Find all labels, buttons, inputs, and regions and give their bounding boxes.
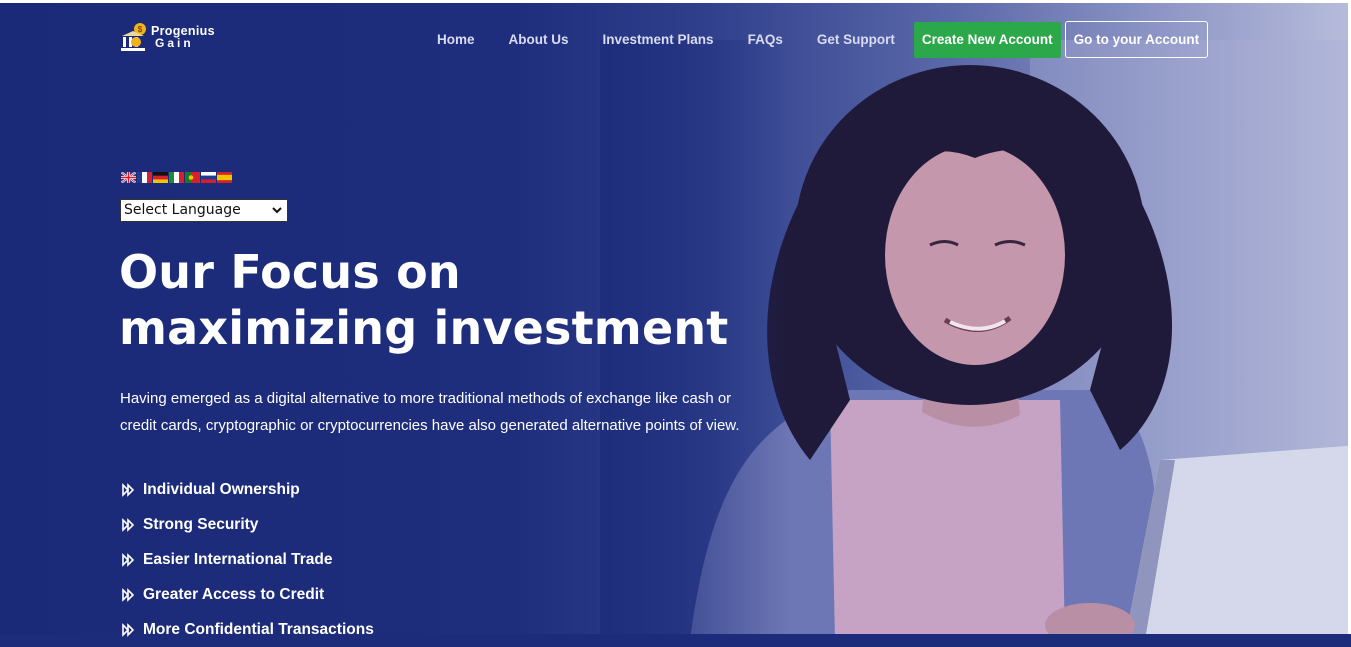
double-arrow-icon — [122, 552, 135, 567]
feature-list: Individual Ownership Strong Security Eas… — [120, 472, 374, 647]
chevron-down-icon — [272, 207, 282, 214]
russia-flag-icon[interactable] — [201, 172, 216, 183]
france-flag-icon[interactable] — [137, 172, 152, 183]
create-account-button[interactable]: Create New Account — [913, 21, 1061, 58]
uk-flag-icon[interactable] — [121, 172, 136, 183]
italy-flag-icon[interactable] — [169, 172, 184, 183]
portugal-flag-icon[interactable] — [185, 172, 200, 183]
feature-label: More Confidential Transactions — [143, 620, 374, 638]
nav-faqs[interactable]: FAQs — [731, 22, 800, 58]
nav-investment-plans[interactable]: Investment Plans — [586, 22, 731, 58]
brand-name-bottom: Gain — [155, 36, 194, 50]
feature-label: Greater Access to Credit — [143, 585, 325, 603]
spain-flag-icon[interactable] — [217, 172, 232, 183]
language-select-value: Select Language — [124, 202, 241, 218]
feature-label: Strong Security — [143, 515, 259, 533]
brand-logo[interactable]: $ Progenius Gain — [120, 22, 215, 52]
hero-headline: Our Focus on maximizing investment — [119, 245, 729, 355]
language-flags — [121, 172, 232, 183]
language-select[interactable]: Select Language — [120, 199, 288, 222]
feature-item: Easier International Trade — [120, 542, 374, 577]
double-arrow-icon — [122, 517, 135, 532]
svg-text:$: $ — [138, 25, 143, 34]
feature-item: Greater Access to Credit — [120, 577, 374, 612]
double-arrow-icon — [122, 622, 135, 637]
main-nav: Home About Us Investment Plans FAQs Get … — [420, 21, 1209, 58]
feature-item: Individual Ownership — [120, 472, 374, 507]
nav-about-us[interactable]: About Us — [492, 22, 586, 58]
hero-paragraph: Having emerged as a digital alternative … — [120, 390, 740, 434]
bank-coin-icon: $ — [121, 23, 146, 51]
feature-label: Easier International Trade — [143, 550, 333, 568]
nav-get-support[interactable]: Get Support — [800, 22, 912, 58]
double-arrow-icon — [122, 482, 135, 497]
germany-flag-icon[interactable] — [153, 172, 168, 183]
double-arrow-icon — [122, 587, 135, 602]
feature-item: Strong Security — [120, 507, 374, 542]
go-to-account-button[interactable]: Go to your Account — [1064, 21, 1209, 58]
feature-item: More Confidential Transactions — [120, 612, 374, 647]
nav-home[interactable]: Home — [420, 22, 492, 58]
feature-label: Individual Ownership — [143, 480, 300, 498]
top-border — [0, 0, 1351, 3]
